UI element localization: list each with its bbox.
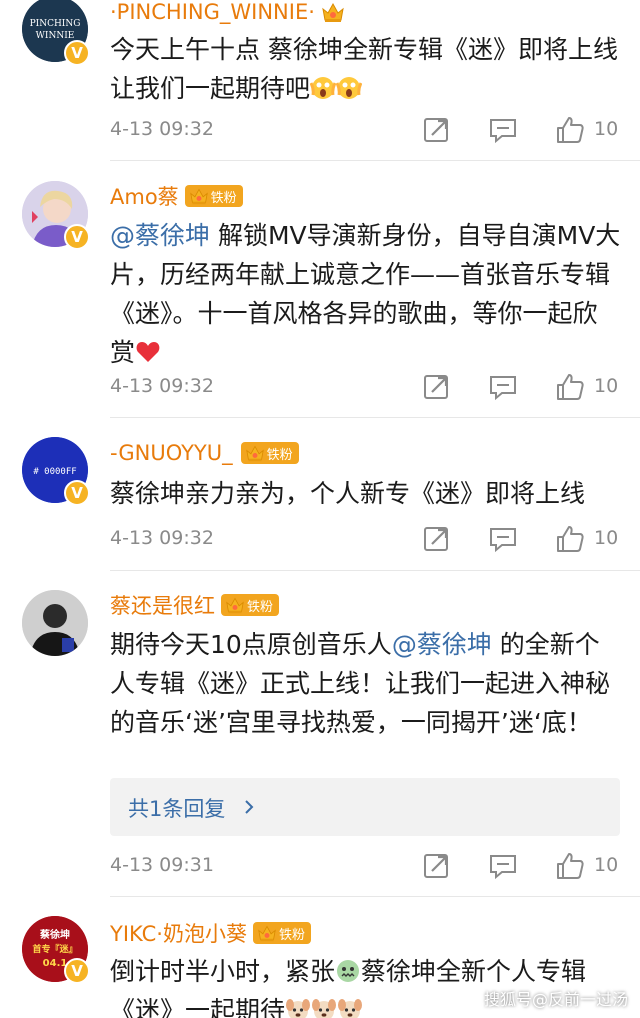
divider [110,896,640,897]
comment-icon[interactable] [488,524,518,554]
svg-text:# 0000FF: # 0000FF [33,467,76,477]
chevron-right-icon [245,800,254,814]
timestamp: 4-13 09:32 [110,375,214,397]
fan-badge: 铁粉 [221,594,280,616]
avatar[interactable] [22,590,88,656]
verified-icon: V [64,224,90,250]
fan-badge: 铁粉 [240,442,299,464]
like-icon[interactable] [555,115,585,145]
timestamp: 4-13 09:32 [110,118,214,140]
share-icon[interactable] [422,851,452,881]
timestamp: 4-13 09:31 [110,854,214,876]
like-count: 10 [594,527,619,549]
username[interactable]: -GNUOYYU_ [110,441,233,465]
fan-badge: 铁粉 [184,185,243,207]
divider [110,160,640,161]
username[interactable]: YIKC·奶泡小葵 [110,918,247,948]
nervous-emoji [335,958,361,984]
comment-icon[interactable] [488,372,518,402]
heart-emoji [136,342,160,362]
share-icon[interactable] [422,524,452,554]
comment-icon[interactable] [488,115,518,145]
username[interactable]: Amo蔡 [110,181,179,211]
username[interactable]: ·PINCHING_WINNIE· [110,0,315,24]
comment-text: 蔡徐坤亲力亲为，个人新专《迷》即将上线 [110,479,586,508]
verified-icon: V [64,480,90,506]
crown-icon [225,596,245,614]
crown-icon [245,444,265,462]
dog-emoji [311,997,337,1018]
comment-icon[interactable] [488,851,518,881]
divider [110,570,640,571]
reply-thread-button[interactable]: 共1条回复 [110,778,620,836]
divider [110,417,640,418]
fan-badge-label: 铁粉 [266,447,293,463]
like-icon[interactable] [555,851,585,881]
crown-icon [321,1,345,23]
watermark: 搜狐号@反前一过汤 [483,990,628,1009]
fan-badge-label: 铁粉 [210,190,237,206]
svg-text:首专『迷』: 首专『迷』 [32,943,77,955]
dog-emoji [337,997,363,1018]
svg-text:蔡徐坤: 蔡徐坤 [39,928,70,941]
fan-badge-label: 铁粉 [278,927,305,943]
comment-text: @蔡徐坤 解锁MV导演新身份，自导自演MV大片，历经两年献上诚意之作——首张音乐… [110,221,621,367]
crown-icon [189,187,209,205]
fan-badge: 铁粉 [252,922,311,944]
like-count: 10 [594,118,619,140]
comment-text: 期待今天10点原创音乐人@蔡徐坤 的全新个人专辑《迷》正式上线！让我们一起进入神… [110,630,611,737]
username[interactable]: 蔡还是很红 [110,590,215,620]
share-icon[interactable] [422,115,452,145]
verified-icon: V [64,40,90,66]
like-icon[interactable] [555,524,585,554]
verified-icon: V [64,958,90,984]
like-icon[interactable] [555,372,585,402]
scream-emoji [310,75,336,101]
comment-text: 今天上午十点 蔡徐坤全新专辑《迷》即将上线 让我们一起期待吧 [110,35,618,103]
like-count: 10 [594,854,619,876]
dog-emoji [285,997,311,1018]
reply-count-label: 共1条回复 [128,797,226,821]
timestamp: 4-13 09:32 [110,527,214,549]
share-icon[interactable] [422,372,452,402]
svg-text:WINNIE: WINNIE [36,31,75,41]
svg-text:PINCHING: PINCHING [30,19,81,29]
like-count: 10 [594,375,619,397]
mention-link[interactable]: @蔡徐坤 [110,221,210,250]
scream-emoji [336,75,362,101]
mention-link[interactable]: @蔡徐坤 [392,630,492,659]
crown-icon [257,924,277,942]
fan-badge-label: 铁粉 [247,599,274,615]
